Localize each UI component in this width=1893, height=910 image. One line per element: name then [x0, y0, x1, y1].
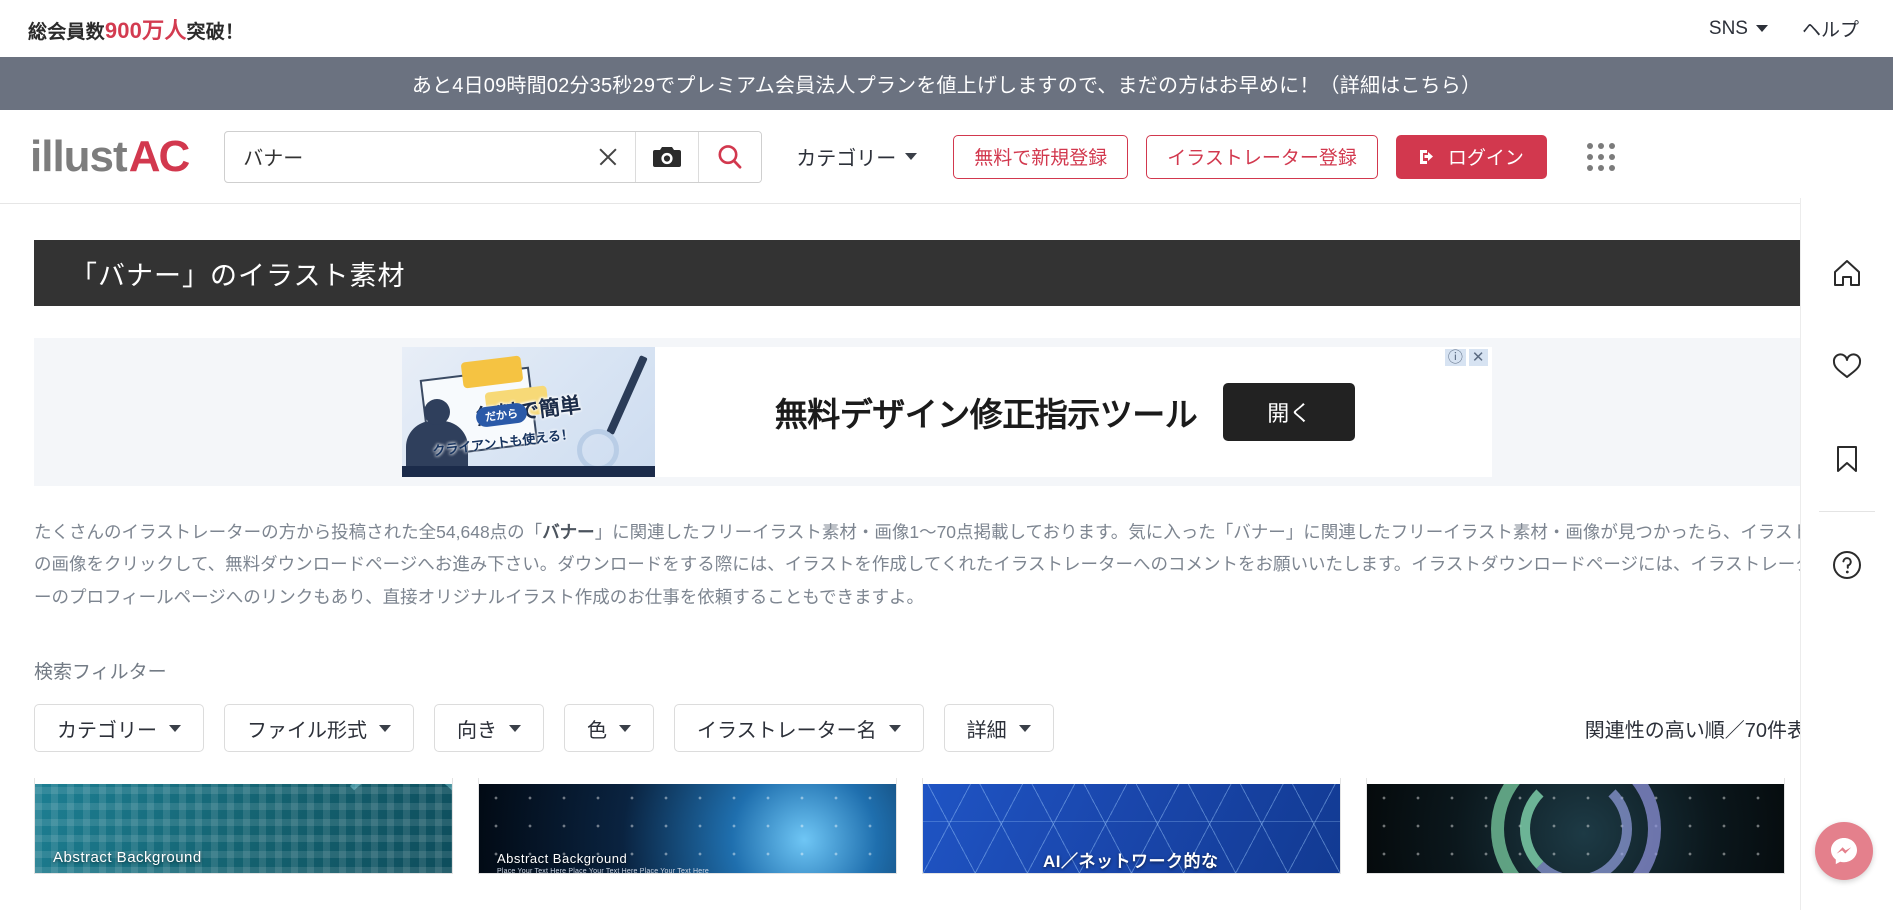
search-description: たくさんのイラストレーターの方から投稿された全54,648点の「バナー」に関連し… — [34, 516, 1824, 613]
sns-menu-label: SNS — [1708, 17, 1748, 39]
messenger-fab[interactable] — [1815, 822, 1873, 880]
ad-banner[interactable]: 無料で簡単 だから クライアントも使える！ 無料デザイン修正指示ツール 開く ⓘ… — [401, 347, 1492, 477]
result-subcaption: Place Your Text Here Place Your Text Her… — [497, 868, 710, 875]
chevron-down-icon — [379, 724, 391, 732]
rail-item-favorites[interactable] — [1801, 319, 1893, 412]
filter-color-label: 色 — [587, 719, 607, 742]
logo-text-illust: illust — [30, 131, 128, 181]
logo-text-ac: AC — [128, 131, 191, 181]
category-menu[interactable]: カテゴリー — [796, 142, 918, 171]
search-input[interactable] — [243, 145, 596, 168]
register-illustrator-label: イラストレーター登録 — [1167, 148, 1357, 169]
result-item[interactable]: Abstract Background — [34, 778, 453, 875]
chevron-down-icon — [1755, 25, 1768, 32]
search-input-wrap — [225, 132, 635, 182]
bookmark-icon — [1837, 445, 1857, 472]
header-actions: 無料で新規登録 イラストレーター登録 ログイン — [953, 134, 1615, 179]
result-item[interactable] — [1366, 778, 1785, 875]
help-circle-icon — [1833, 550, 1861, 579]
sns-menu[interactable]: SNS — [1709, 18, 1768, 40]
ad-body: 無料デザイン修正指示ツール 開く — [654, 347, 1492, 477]
search-bar — [224, 130, 763, 183]
ad-cta-button[interactable]: 開く — [1223, 383, 1356, 441]
filter-orientation-label: 向き — [457, 719, 497, 742]
filter-illustrator-name-label: イラストレーター名 — [697, 719, 877, 742]
login-button[interactable]: ログイン — [1395, 134, 1547, 179]
close-icon[interactable] — [595, 144, 621, 170]
search-submit-button[interactable] — [699, 131, 762, 182]
filter-details[interactable]: 詳細 — [943, 704, 1054, 753]
utility-links: SNS ヘルプ — [1709, 15, 1859, 42]
home-icon — [1834, 259, 1860, 286]
member-count-prefix: 総会員数 — [28, 21, 105, 43]
right-rail — [1800, 198, 1893, 910]
announcement-text: あと4日09時間02分35秒29でプレミアム会員法人プランを値上げしますので、ま… — [411, 75, 1482, 97]
ad-cta-label: 開く — [1267, 401, 1312, 426]
page-title-bar: 「バナー」のイラスト素材 — [34, 240, 1859, 306]
ad-artwork: 無料で簡単 だから クライアントも使える！ — [401, 347, 655, 477]
ad-info-icon[interactable]: ⓘ — [1444, 349, 1466, 366]
ad-container: 無料で簡単 だから クライアントも使える！ 無料デザイン修正指示ツール 開く ⓘ… — [34, 338, 1859, 486]
sort-dropdown-label: 関連性の高い順／70件表示 — [1584, 719, 1827, 742]
announcement-bar[interactable]: あと4日09時間02分35秒29でプレミアム会員法人プランを値上げしますので、ま… — [0, 57, 1893, 110]
search-icon — [718, 144, 742, 169]
description-keyword: バナー — [542, 522, 595, 542]
page-title: 「バナー」のイラスト素材 — [70, 260, 406, 291]
filters-row: カテゴリー ファイル形式 向き 色 イラストレーター名 詳細 関連性の高い順／7… — [34, 704, 1859, 753]
site-logo[interactable]: illust AC — [30, 131, 191, 182]
member-count-banner: 総会員数900万人突破！ — [28, 13, 244, 45]
heart-icon — [1832, 353, 1862, 378]
chevron-down-icon — [1018, 724, 1031, 732]
description-part1: たくさんのイラストレーターの方から投稿された全54,648点の「 — [34, 522, 543, 542]
filter-illustrator-name[interactable]: イラストレーター名 — [674, 704, 924, 753]
rail-item-home[interactable] — [1801, 226, 1893, 319]
site-header: illust AC バナー カテゴリー 無料で新規登録 イラストレーター登録 ロ… — [0, 110, 1893, 204]
help-link[interactable]: ヘルプ — [1802, 15, 1859, 42]
chevron-down-icon — [888, 724, 901, 732]
filters-heading: 検索フィルター — [34, 662, 167, 684]
result-thumbnail — [1367, 784, 1784, 874]
page-root: 総会員数900万人突破！ SNS ヘルプ あと4日09時間02分35秒29でプレ… — [0, 0, 1893, 910]
result-thumbnail: Abstract Background — [35, 784, 452, 874]
camera-search-button[interactable] — [636, 131, 699, 182]
register-free-button[interactable]: 無料で新規登録 — [953, 134, 1129, 179]
rail-item-help[interactable] — [1801, 518, 1893, 611]
result-caption: Abstract Background — [497, 851, 628, 867]
filter-color[interactable]: 色 — [564, 704, 654, 753]
filter-file-format[interactable]: ファイル形式 — [224, 704, 414, 753]
help-link-label: ヘルプ — [1801, 20, 1859, 41]
chevron-down-icon — [905, 153, 918, 160]
filter-file-format-label: ファイル形式 — [247, 719, 367, 742]
filter-orientation[interactable]: 向き — [434, 704, 544, 753]
category-menu-label: カテゴリー — [796, 148, 897, 170]
messenger-icon — [1831, 838, 1857, 865]
chevron-down-icon — [619, 724, 631, 732]
results-grid: Abstract Background Abstract Background … — [34, 778, 1859, 875]
filter-category[interactable]: カテゴリー — [34, 704, 204, 753]
result-thumbnail: Abstract Background Place Your Text Here… — [479, 784, 896, 874]
ad-headline: 無料デザイン修正指示ツール — [774, 396, 1198, 433]
register-free-label: 無料で新規登録 — [974, 148, 1108, 169]
member-count-suffix: 突破！ — [186, 21, 245, 43]
result-item[interactable]: Abstract Background Place Your Text Here… — [478, 778, 897, 875]
chevron-down-icon — [509, 724, 521, 732]
filter-category-label: カテゴリー — [57, 719, 157, 742]
rail-divider — [1819, 511, 1875, 512]
result-item[interactable]: AI／ネットワーク的な — [922, 778, 1341, 875]
result-caption: Abstract Background — [53, 849, 202, 867]
result-thumbnail: AI／ネットワーク的な — [923, 784, 1340, 874]
login-label: ログイン — [1447, 148, 1524, 169]
register-illustrator-button[interactable]: イラストレーター登録 — [1146, 134, 1378, 179]
member-count-number: 900万人 — [104, 17, 187, 43]
filter-details-label: 詳細 — [966, 719, 1007, 742]
apps-grid-icon[interactable] — [1586, 142, 1615, 171]
main-content: 「バナー」のイラスト素材 無料で簡単 だから クライアントも使える！ 無料デザイ… — [0, 240, 1893, 875]
utility-bar: 総会員数900万人突破！ SNS ヘルプ — [0, 0, 1893, 57]
result-caption: AI／ネットワーク的な — [1043, 852, 1219, 872]
ad-controls: ⓘ ✕ — [1444, 349, 1488, 366]
rail-item-collections[interactable] — [1801, 412, 1893, 505]
ad-close-icon[interactable]: ✕ — [1468, 349, 1488, 366]
login-icon — [1419, 149, 1433, 164]
chevron-down-icon — [169, 724, 181, 732]
